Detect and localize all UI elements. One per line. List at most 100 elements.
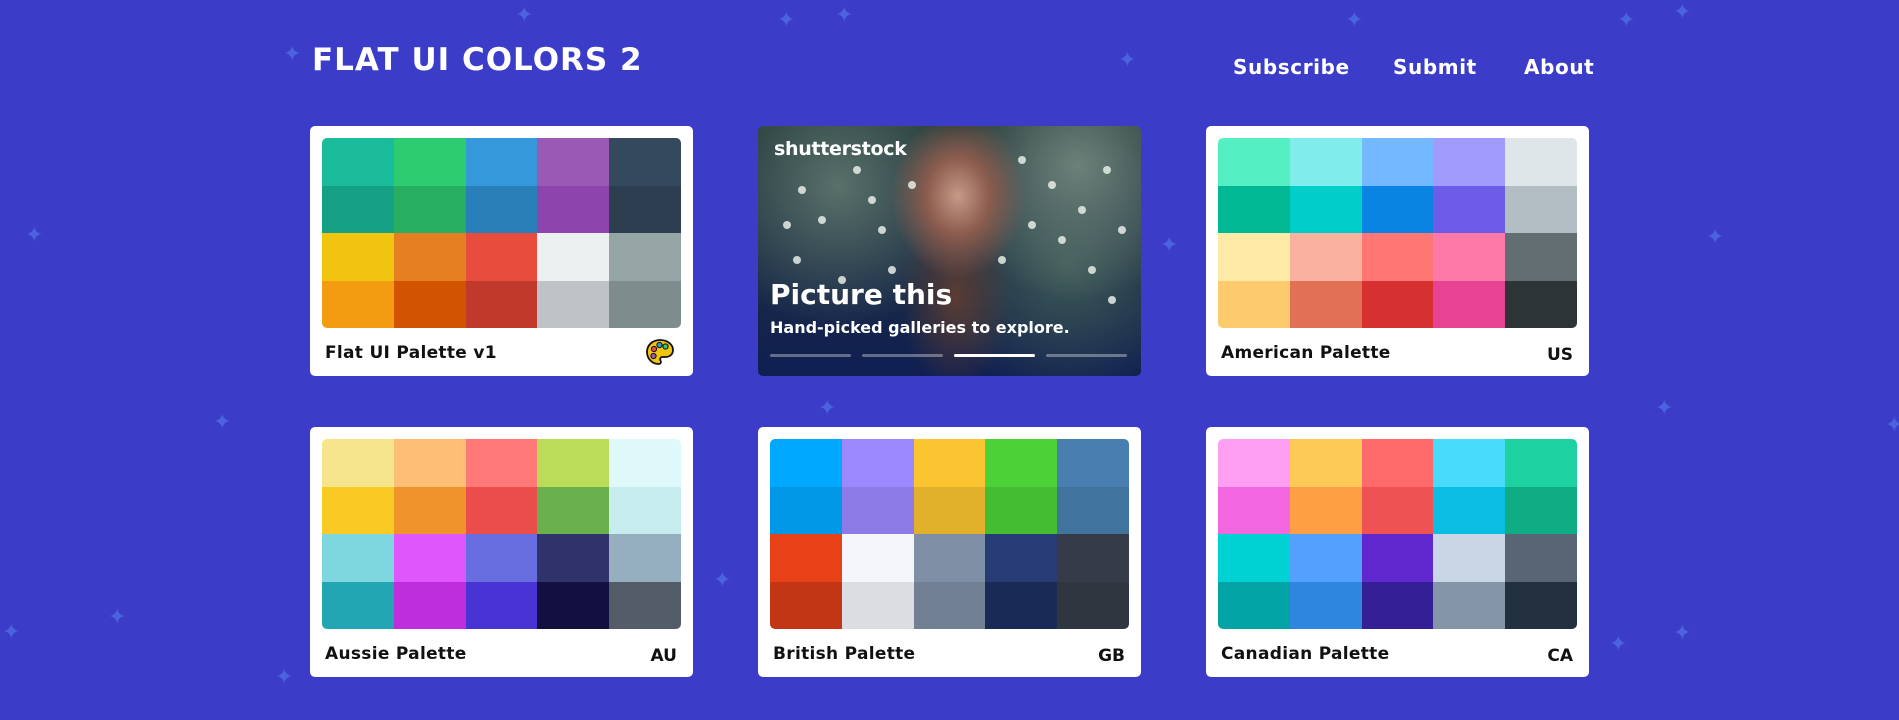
color-swatch[interactable] (1289, 185, 1362, 233)
color-swatch[interactable] (1505, 486, 1577, 534)
color-swatch[interactable] (1289, 138, 1362, 186)
color-swatch[interactable] (393, 280, 466, 328)
color-swatch[interactable] (322, 486, 394, 534)
color-swatch[interactable] (1361, 581, 1434, 629)
color-swatch[interactable] (770, 486, 842, 534)
color-swatch[interactable] (1361, 486, 1434, 534)
color-swatch[interactable] (1433, 280, 1506, 328)
color-swatch[interactable] (913, 486, 986, 534)
color-swatch[interactable] (1433, 486, 1506, 534)
color-swatch[interactable] (609, 486, 681, 534)
color-swatch[interactable] (1505, 185, 1577, 233)
color-swatch[interactable] (322, 581, 394, 629)
color-swatch[interactable] (1057, 439, 1129, 487)
palette-card-british[interactable]: British Palette GB (758, 427, 1141, 677)
color-swatch[interactable] (1433, 581, 1506, 629)
color-swatch[interactable] (609, 280, 681, 328)
color-swatch[interactable] (537, 439, 610, 487)
color-swatch[interactable] (393, 534, 466, 582)
color-swatch[interactable] (322, 233, 394, 281)
color-swatch[interactable] (322, 138, 394, 186)
color-swatch[interactable] (913, 439, 986, 487)
color-swatch[interactable] (985, 486, 1058, 534)
color-swatch[interactable] (1433, 439, 1506, 487)
color-swatch[interactable] (1218, 581, 1290, 629)
color-swatch[interactable] (1361, 185, 1434, 233)
color-swatch[interactable] (322, 280, 394, 328)
color-swatch[interactable] (537, 534, 610, 582)
color-swatch[interactable] (609, 185, 681, 233)
color-swatch[interactable] (322, 439, 394, 487)
color-swatch[interactable] (465, 581, 538, 629)
color-swatch[interactable] (1505, 138, 1577, 186)
ad-slide-dot[interactable] (770, 354, 851, 357)
color-swatch[interactable] (1433, 185, 1506, 233)
color-swatch[interactable] (1289, 280, 1362, 328)
color-swatch[interactable] (770, 439, 842, 487)
color-swatch[interactable] (393, 185, 466, 233)
color-swatch[interactable] (322, 185, 394, 233)
color-swatch[interactable] (1218, 233, 1290, 281)
ad-slide-dot[interactable] (1046, 354, 1127, 357)
color-swatch[interactable] (1057, 534, 1129, 582)
nav-about-link[interactable]: About (1524, 55, 1594, 79)
color-swatch[interactable] (465, 138, 538, 186)
color-swatch[interactable] (841, 486, 914, 534)
color-swatch[interactable] (1218, 138, 1290, 186)
color-swatch[interactable] (1505, 581, 1577, 629)
color-swatch[interactable] (985, 534, 1058, 582)
color-swatch[interactable] (1218, 486, 1290, 534)
color-swatch[interactable] (537, 185, 610, 233)
nav-submit-link[interactable]: Submit (1393, 55, 1477, 79)
color-swatch[interactable] (537, 233, 610, 281)
color-swatch[interactable] (1289, 534, 1362, 582)
nav-subscribe-link[interactable]: Subscribe (1233, 55, 1350, 79)
color-swatch[interactable] (770, 581, 842, 629)
color-swatch[interactable] (537, 138, 610, 186)
color-swatch[interactable] (537, 486, 610, 534)
color-swatch[interactable] (1505, 534, 1577, 582)
palette-card-american[interactable]: American Palette US (1206, 126, 1589, 376)
color-swatch[interactable] (465, 486, 538, 534)
palette-card-aussie[interactable]: Aussie Palette AU (310, 427, 693, 677)
color-swatch[interactable] (537, 581, 610, 629)
color-swatch[interactable] (1361, 439, 1434, 487)
color-swatch[interactable] (465, 534, 538, 582)
color-swatch[interactable] (465, 233, 538, 281)
palette-card-canadian[interactable]: Canadian Palette CA (1206, 427, 1589, 677)
color-swatch[interactable] (465, 185, 538, 233)
color-swatch[interactable] (465, 439, 538, 487)
color-swatch[interactable] (1289, 439, 1362, 487)
shutterstock-ad[interactable]: shutterstock Picture this Hand-picked ga… (758, 126, 1141, 376)
color-swatch[interactable] (1289, 486, 1362, 534)
color-swatch[interactable] (1057, 581, 1129, 629)
color-swatch[interactable] (393, 486, 466, 534)
color-swatch[interactable] (609, 138, 681, 186)
color-swatch[interactable] (1433, 534, 1506, 582)
color-swatch[interactable] (609, 534, 681, 582)
color-swatch[interactable] (322, 534, 394, 582)
color-swatch[interactable] (1505, 280, 1577, 328)
color-swatch[interactable] (465, 280, 538, 328)
color-swatch[interactable] (1433, 138, 1506, 186)
ad-slide-dot[interactable] (954, 354, 1035, 357)
color-swatch[interactable] (1289, 581, 1362, 629)
color-swatch[interactable] (1218, 185, 1290, 233)
color-swatch[interactable] (770, 534, 842, 582)
color-swatch[interactable] (913, 581, 986, 629)
color-swatch[interactable] (841, 581, 914, 629)
color-swatch[interactable] (609, 581, 681, 629)
color-swatch[interactable] (1289, 233, 1362, 281)
color-swatch[interactable] (913, 534, 986, 582)
color-swatch[interactable] (985, 581, 1058, 629)
color-swatch[interactable] (841, 534, 914, 582)
color-swatch[interactable] (1218, 439, 1290, 487)
color-swatch[interactable] (1361, 233, 1434, 281)
ad-slide-dot[interactable] (862, 354, 943, 357)
color-swatch[interactable] (393, 439, 466, 487)
color-swatch[interactable] (393, 233, 466, 281)
color-swatch[interactable] (393, 581, 466, 629)
color-swatch[interactable] (1057, 486, 1129, 534)
color-swatch[interactable] (1361, 534, 1434, 582)
palette-card-flat-ui-v1[interactable]: Flat UI Palette v1 (310, 126, 693, 376)
